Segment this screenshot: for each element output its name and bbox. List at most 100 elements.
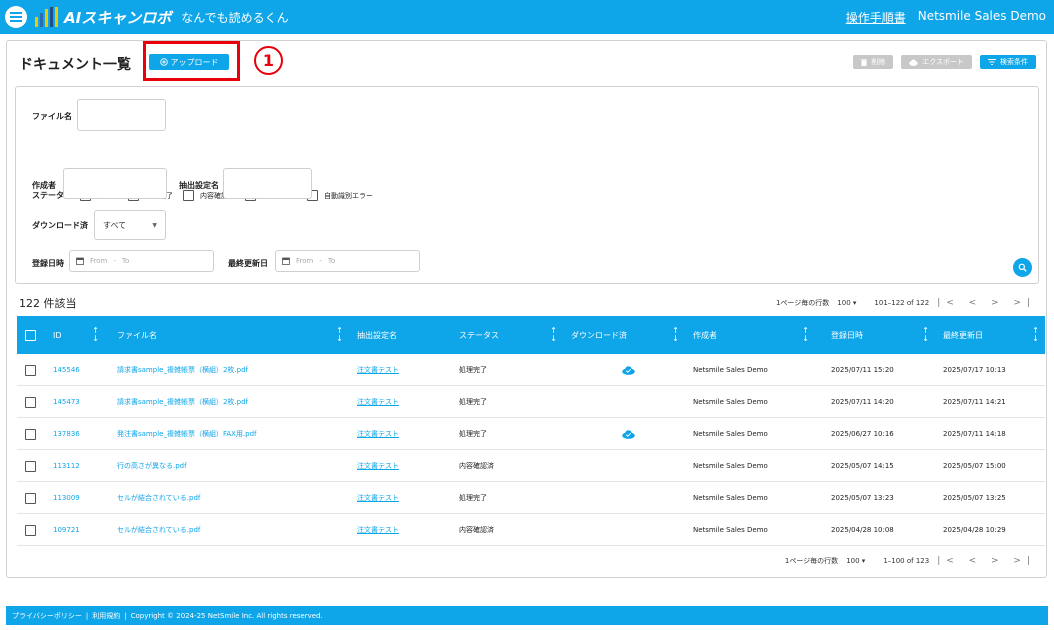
row-select-cell xyxy=(17,482,45,514)
terms-link[interactable]: 利用規約 xyxy=(92,611,120,621)
delete-button[interactable]: 削除 xyxy=(853,55,894,69)
menu-button[interactable] xyxy=(5,6,27,28)
row-downloaded xyxy=(563,386,685,418)
row-file-link[interactable]: セルが結合されている.pdf xyxy=(117,525,200,535)
row-checkbox[interactable] xyxy=(25,460,36,472)
table-row[interactable]: 109721 セルが結合されている.pdf 注文書テスト 内容確認済 Netsmile … xyxy=(17,514,1045,546)
bottom-pagination: 1ページ毎の行数 100 ▾ 1–100 of 123 |< < > >| xyxy=(785,556,1036,566)
copyright: Copyright © 2024-25 NetSmile Inc. All ri… xyxy=(130,611,323,620)
status-option-label: 自動識別エラー xyxy=(324,191,373,200)
row-checkbox[interactable] xyxy=(25,428,36,440)
pagination-nav-icons[interactable]: |< < > >| xyxy=(937,556,1036,566)
filter-toggle-button[interactable]: 検索条件 xyxy=(980,55,1036,69)
downloaded-select[interactable]: すべて ▼ xyxy=(94,210,166,240)
table-row[interactable]: 137836 発注書sample_複雑帳票（横組）FAX用.pdf 注文書テスト 処理… xyxy=(17,418,1045,450)
rows-per-page-select[interactable]: 100 ▾ xyxy=(837,299,856,307)
row-creator-cell: Netsmile Sales Demo xyxy=(685,450,823,482)
sort-icon: ↑ ↓ xyxy=(550,326,557,343)
row-file-link-cell: 請求書sample_複雑帳票（横組）2枚.pdf xyxy=(109,386,349,418)
row-updated: 2025/05/07 15:00 xyxy=(943,462,1006,470)
row-updated-cell: 2025/05/07 13:25 xyxy=(935,482,1045,514)
column-header-status[interactable]: ステータス ↑ ↓ xyxy=(451,316,563,354)
row-id-link-cell: 145546 xyxy=(45,354,109,386)
row-checkbox[interactable] xyxy=(25,524,36,536)
user-name[interactable]: Netsmile Sales Demo xyxy=(918,9,1046,26)
column-header-file[interactable]: ファイル名 ↑ ↓ xyxy=(109,316,349,354)
row-checkbox[interactable] xyxy=(25,396,36,408)
row-creator-cell: Netsmile Sales Demo xyxy=(685,482,823,514)
cloud-check-icon xyxy=(621,429,635,439)
row-id-link[interactable]: 137836 xyxy=(53,430,80,438)
rows-per-page-select[interactable]: 100 ▾ xyxy=(846,557,865,565)
table-row[interactable]: 145546 請求書sample_複雑帳票（横組）2枚.pdf 注文書テスト 処理完了… xyxy=(17,354,1045,386)
upload-button[interactable]: アップロード xyxy=(149,54,229,70)
row-select-cell xyxy=(17,450,45,482)
column-header-downloaded[interactable]: ダウンロード済 ↑ ↓ xyxy=(563,316,685,354)
select-all-checkbox[interactable] xyxy=(25,329,36,341)
cloud-upload-icon xyxy=(909,59,919,66)
status-checkbox[interactable] xyxy=(183,190,194,201)
row-updated-cell: 2025/07/11 14:18 xyxy=(935,418,1045,450)
export-button[interactable]: エクスポート xyxy=(901,55,972,69)
row-id-link[interactable]: 145473 xyxy=(53,398,80,406)
row-id-link[interactable]: 109721 xyxy=(53,526,80,534)
row-file-link[interactable]: 請求書sample_複雑帳票（横組）2枚.pdf xyxy=(117,365,248,375)
filename-label: ファイル名 xyxy=(32,112,72,121)
row-registered: 2025/07/11 15:20 xyxy=(831,366,894,374)
column-header-extract[interactable]: 抽出設定名 xyxy=(349,316,451,354)
row-creator: Netsmile Sales Demo xyxy=(693,494,768,502)
row-updated-cell: 2025/04/28 10:29 xyxy=(935,514,1045,546)
row-checkbox[interactable] xyxy=(25,364,36,376)
row-file-link[interactable]: 行の高さが異なる.pdf xyxy=(117,461,187,471)
row-id-link-cell: 145473 xyxy=(45,386,109,418)
column-header-registered[interactable]: 登録日時 ↑ ↓ xyxy=(823,316,935,354)
logo-mark-icon xyxy=(35,7,58,27)
sort-icon: ↑ ↓ xyxy=(802,326,809,343)
table-row[interactable]: 145473 請求書sample_複雑帳票（横組）2枚.pdf 注文書テスト 処理完了… xyxy=(17,386,1045,418)
row-downloaded xyxy=(563,418,685,450)
row-file-link[interactable]: セルが結合されている.pdf xyxy=(117,493,200,503)
row-file-link[interactable]: 請求書sample_複雑帳票（横組）2枚.pdf xyxy=(117,397,248,407)
row-checkbox[interactable] xyxy=(25,492,36,504)
row-extract-link[interactable]: 注文書テスト xyxy=(357,461,399,471)
row-id-link-cell: 109721 xyxy=(45,514,109,546)
column-header-id[interactable]: ID ↑ ↓ xyxy=(45,316,105,354)
table-row[interactable]: 113112 行の高さが異なる.pdf 注文書テスト 内容確認済 Netsmile Sa… xyxy=(17,450,1045,482)
row-extract-link[interactable]: 注文書テスト xyxy=(357,365,399,375)
row-updated-cell: 2025/07/11 14:21 xyxy=(935,386,1045,418)
pagination-nav-icons[interactable]: |< < > >| xyxy=(937,298,1036,308)
row-id-link[interactable]: 113009 xyxy=(53,494,80,502)
row-extract-link-cell: 注文書テスト xyxy=(349,450,451,482)
row-creator: Netsmile Sales Demo xyxy=(693,462,768,470)
search-button[interactable] xyxy=(1013,258,1032,277)
row-id-link[interactable]: 113112 xyxy=(53,462,80,470)
row-extract-link[interactable]: 注文書テスト xyxy=(357,429,399,439)
rows-per-page-label: 1ページ毎の行数 xyxy=(784,557,839,565)
row-status-cell: 内容確認済 xyxy=(451,514,563,546)
filename-input[interactable] xyxy=(77,99,166,131)
manual-link[interactable]: 操作手順書 xyxy=(846,9,906,26)
updated-date-range[interactable]: From - To xyxy=(275,250,420,272)
table-row[interactable]: 113009 セルが結合されている.pdf 注文書テスト 処理完了 Netsmile S… xyxy=(17,482,1045,514)
row-status-cell: 内容確認済 xyxy=(451,450,563,482)
row-status: 処理完了 xyxy=(459,366,487,374)
row-extract-link-cell: 注文書テスト xyxy=(349,354,451,386)
column-header-updated[interactable]: 最終更新日 ↑ ↓ xyxy=(935,316,1045,354)
row-file-link[interactable]: 発注書sample_複雑帳票（横組）FAX用.pdf xyxy=(117,429,257,439)
row-file-link-cell: セルが結合されている.pdf xyxy=(109,514,349,546)
column-header-creator[interactable]: 作成者 ↑ ↓ xyxy=(685,316,815,354)
footer: プライバシーポリシー | 利用規約 | Copyright © 2024-25 … xyxy=(6,606,1048,625)
creator-input[interactable] xyxy=(63,168,167,199)
row-creator: Netsmile Sales Demo xyxy=(693,398,768,406)
hamburger-icon xyxy=(10,12,22,22)
row-extract-link[interactable]: 注文書テスト xyxy=(357,397,399,407)
registered-date-range[interactable]: From - To xyxy=(69,250,214,272)
row-downloaded xyxy=(563,354,685,386)
row-select-cell xyxy=(17,514,45,546)
row-id-link[interactable]: 145546 xyxy=(53,366,80,374)
row-extract-link[interactable]: 注文書テスト xyxy=(357,493,399,503)
creator-label: 作成者 xyxy=(32,181,56,190)
extract-setting-input[interactable] xyxy=(223,168,312,199)
row-extract-link[interactable]: 注文書テスト xyxy=(357,525,399,535)
privacy-link[interactable]: プライバシーポリシー xyxy=(12,611,82,621)
